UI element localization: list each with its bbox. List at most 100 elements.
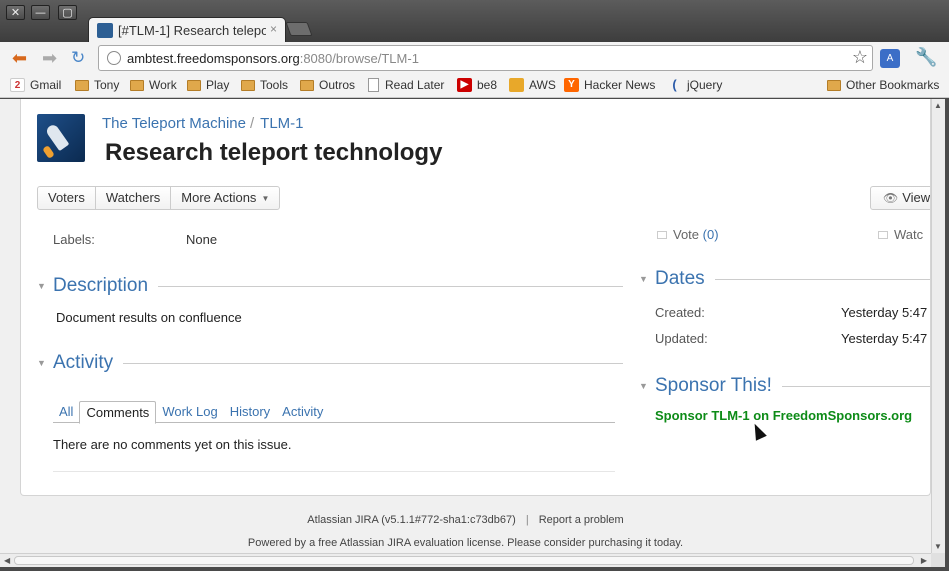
vertical-scrollbar[interactable]: ▲ ▼ [931, 99, 945, 553]
scroll-left-icon[interactable]: ◀ [4, 556, 10, 565]
view-label: View [902, 190, 931, 205]
divider [714, 278, 930, 280]
divider [781, 385, 930, 387]
tab-title: [#TLM-1] Research telepo [118, 23, 266, 38]
project-link[interactable]: The Teleport Machine [102, 115, 246, 132]
updated-label: Updated: [655, 331, 708, 346]
forward-arrow-icon[interactable]: ➡ [42, 49, 57, 67]
breadcrumb-separator: / [249, 115, 255, 132]
folder-icon [300, 79, 314, 91]
report-problem-link[interactable]: Report a problem [539, 514, 624, 526]
tab-history[interactable]: History [224, 401, 276, 422]
new-tab-button[interactable] [285, 22, 313, 36]
vote-label: Vote [673, 227, 700, 242]
scroll-corner [931, 553, 945, 567]
tab-activity[interactable]: Activity [276, 401, 329, 422]
labels-label: Labels: [53, 232, 95, 247]
bookmark-star-icon[interactable]: ☆ [852, 47, 868, 68]
vote-count[interactable]: (0) [703, 227, 719, 242]
bookmark-play[interactable]: Play [187, 78, 229, 92]
folder-icon [241, 79, 255, 91]
address-bar[interactable]: ambtest.freedomsponsors.org:8080/browse/… [98, 45, 873, 71]
bookmark-gmail[interactable]: 2 Gmail [10, 78, 61, 92]
created-value: Yesterday 5:47 [841, 305, 928, 320]
issue-summary: Research teleport technology [105, 139, 443, 166]
window-maximize-button[interactable]: ▢ [58, 5, 77, 20]
window-close-button[interactable]: ✕ [6, 5, 25, 20]
issue-key-link[interactable]: TLM-1 [260, 115, 303, 132]
window-titlebar: ✕ — ▢ [#TLM-1] Research telepo × [0, 0, 949, 42]
youtube-icon: ▶ [457, 78, 472, 92]
watch-label: Watc [894, 227, 924, 242]
bookmark-other[interactable]: Other Bookmarks [827, 78, 939, 92]
description-text: Document results on confluence [56, 310, 242, 325]
bookmark-read-later[interactable]: Read Later [368, 78, 444, 92]
bookmark-outros[interactable]: Outros [300, 78, 355, 92]
watchers-button[interactable]: Watchers [96, 187, 172, 209]
chevron-down-icon: ▼ [261, 193, 270, 203]
footer-version-line: Atlassian JIRA (v5.1.1#772-sha1:c73db67)… [0, 514, 931, 526]
browser-toolbar: ⬅ ➡ ↻ ambtest.freedomsponsors.org:8080/b… [0, 42, 949, 74]
divider [53, 471, 615, 472]
created-label: Created: [655, 305, 705, 320]
tab-work-log[interactable]: Work Log [156, 401, 223, 422]
collapse-triangle-icon: ▼ [639, 274, 648, 284]
folder-icon [75, 79, 89, 91]
breadcrumb: The Teleport Machine / TLM-1 [102, 115, 304, 132]
horizontal-scrollbar[interactable]: ◀ ▶ [0, 553, 931, 567]
page-icon [368, 78, 379, 92]
vote-row[interactable]: Vote (0) [657, 227, 719, 242]
back-arrow-icon[interactable]: ⬅ [12, 49, 27, 67]
voters-button[interactable]: Voters [38, 187, 96, 209]
labels-value: None [186, 232, 218, 247]
scroll-thumb[interactable] [14, 556, 914, 565]
eye-icon: 👁 [883, 191, 899, 205]
page-viewport: The Teleport Machine / TLM-1 Research tele… [0, 99, 931, 553]
scroll-right-icon[interactable]: ▶ [921, 556, 927, 565]
browser-tab[interactable]: [#TLM-1] Research telepo × [88, 17, 286, 42]
project-avatar[interactable] [37, 114, 85, 162]
license-notice: Powered by a free Atlassian JIRA evaluat… [247, 537, 684, 549]
activity-module-header[interactable]: ▼ Activity [37, 352, 623, 374]
watch-row[interactable]: Watc [878, 227, 923, 242]
wrench-menu-icon[interactable]: 🔧 [915, 47, 937, 68]
hacker-news-icon: Y [564, 78, 579, 92]
sponsor-module-header[interactable]: ▼ Sponsor This! [639, 375, 930, 397]
bookmark-aws[interactable]: AWS [509, 78, 556, 92]
activity-tabs: All Comments Work Log History Activity [53, 401, 615, 424]
bookmark-be8[interactable]: ▶ be8 [457, 78, 497, 92]
translate-icon[interactable]: A [880, 49, 900, 68]
bookmark-tony[interactable]: Tony [75, 78, 119, 92]
issue-panel: The Teleport Machine / TLM-1 Research tele… [20, 99, 931, 496]
tab-comments[interactable]: Comments [79, 401, 157, 424]
description-module-header[interactable]: ▼ Description [37, 275, 623, 297]
footer-separator: | [525, 514, 529, 526]
url-text: ambtest.freedomsponsors.org:8080/browse/… [127, 51, 419, 66]
scroll-down-icon[interactable]: ▼ [934, 542, 942, 551]
dates-module-header[interactable]: ▼ Dates [639, 268, 930, 290]
window-minimize-button[interactable]: — [31, 5, 50, 20]
watch-icon [878, 231, 888, 239]
vote-icon [657, 231, 667, 239]
tab-close-icon[interactable]: × [270, 22, 277, 36]
bookmark-work[interactable]: Work [130, 78, 177, 92]
gmail-icon: 2 [10, 78, 25, 92]
reload-icon[interactable]: ↻ [71, 49, 85, 67]
bookmark-tools[interactable]: Tools [241, 78, 288, 92]
issue-ops-bar: Voters Watchers More Actions ▼ [37, 186, 281, 210]
flame-icon [42, 145, 55, 159]
globe-icon [107, 51, 121, 65]
folder-icon [130, 79, 144, 91]
bookmark-hacker-news[interactable]: Y Hacker News [564, 78, 655, 92]
bookmark-jquery[interactable]: (jQuery [667, 78, 722, 93]
sponsor-link[interactable]: Sponsor TLM-1 on FreedomSponsors.org [655, 408, 912, 423]
view-button[interactable]: 👁 View [870, 186, 931, 210]
updated-value: Yesterday 5:47 [841, 331, 928, 346]
folder-icon [827, 79, 841, 91]
empty-comments-message: There are no comments yet on this issue. [53, 437, 292, 452]
more-actions-button[interactable]: More Actions ▼ [171, 187, 279, 209]
scroll-up-icon[interactable]: ▲ [934, 101, 942, 110]
tab-all[interactable]: All [53, 401, 79, 422]
collapse-triangle-icon: ▼ [37, 281, 46, 291]
jira-favicon-icon [97, 23, 113, 38]
